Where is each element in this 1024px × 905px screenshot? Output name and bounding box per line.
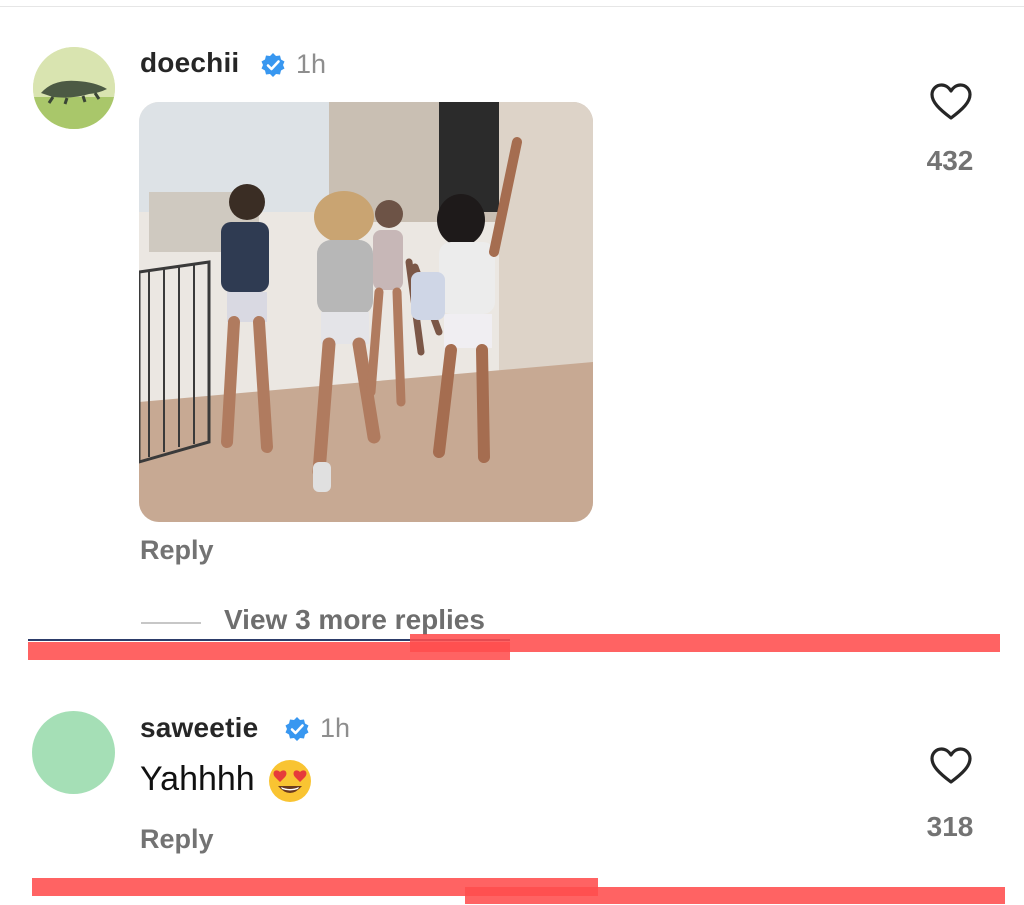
username[interactable]: doechii [140, 47, 239, 79]
like-count: 432 [926, 145, 974, 176]
reply-button[interactable]: Reply [140, 824, 214, 855]
comment-text: Yahhhh [140, 760, 255, 798]
annotation-highlight [410, 634, 1000, 652]
verified-badge-icon [261, 53, 285, 77]
like-count: 318 [926, 811, 974, 842]
verified-badge-icon [285, 717, 309, 741]
username[interactable]: saweetie [140, 712, 258, 744]
timestamp: 1h [320, 713, 351, 743]
heart-icon[interactable] [929, 746, 973, 786]
dancing-gif[interactable] [139, 102, 593, 522]
reply-button[interactable]: Reply [140, 535, 214, 566]
divider [0, 6, 1024, 7]
timestamp: 1h [296, 49, 327, 79]
avatar[interactable] [33, 47, 115, 129]
annotation-highlight [465, 887, 1005, 904]
divider [141, 622, 201, 624]
view-more-replies-link[interactable]: View 3 more replies [224, 604, 485, 636]
crocodile-avatar-image [33, 47, 115, 129]
avatar[interactable] [32, 711, 115, 794]
heart-eyes-emoji-icon [269, 760, 311, 802]
heart-icon[interactable] [929, 82, 973, 122]
